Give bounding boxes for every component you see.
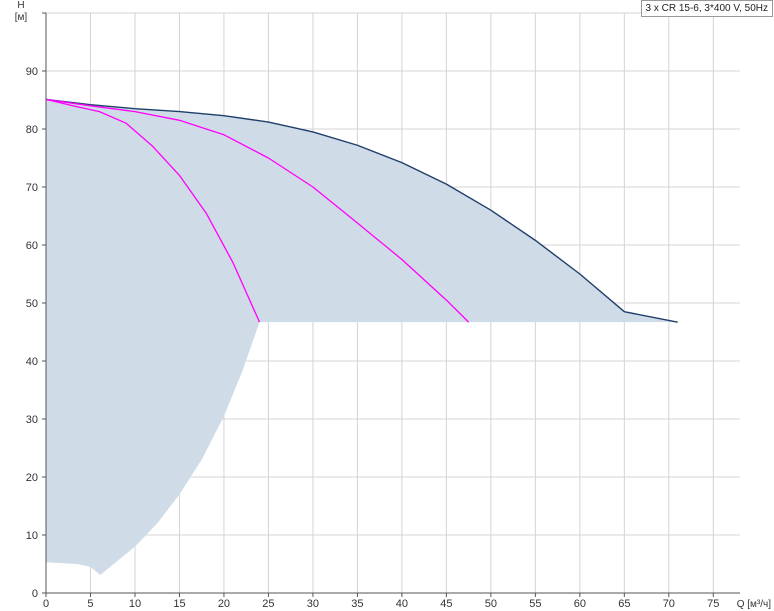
y-axis-unit: [м] <box>15 12 28 23</box>
y-tick-label: 90 <box>26 66 38 78</box>
x-tick-label: 45 <box>440 598 452 610</box>
x-tick-label: 70 <box>663 598 675 610</box>
y-tick-label: 20 <box>26 472 38 484</box>
y-tick-label: 30 <box>26 414 38 426</box>
x-tick-label: 10 <box>129 598 141 610</box>
y-tick-label: 40 <box>26 356 38 368</box>
x-tick-label: 65 <box>618 598 630 610</box>
x-tick-label: 20 <box>218 598 230 610</box>
x-tick-label: 30 <box>307 598 319 610</box>
x-tick-label: 50 <box>485 598 497 610</box>
y-tick-label: 50 <box>26 298 38 310</box>
y-tick-label: 10 <box>26 530 38 542</box>
x-axis-label: Q [м³/ч] <box>737 599 772 610</box>
y-tick-label: 70 <box>26 182 38 194</box>
y-tick-label: 80 <box>26 124 38 136</box>
y-axis-label: H <box>17 0 24 11</box>
x-tick-label: 0 <box>43 598 49 610</box>
legend: 3 x CR 15-6, 3*400 V, 50Hz <box>640 0 773 17</box>
x-tick-label: 60 <box>574 598 586 610</box>
y-tick-label: 0 <box>32 588 38 600</box>
x-tick-label: 15 <box>173 598 185 610</box>
pump-curve-chart: 0 5 10 15 20 25 30 35 40 45 50 55 60 65 70 75 0 10 20 30 40 5… <box>15 0 772 610</box>
y-tick-label: 60 <box>26 240 38 252</box>
x-tick-label: 35 <box>351 598 363 610</box>
x-tick-label: 40 <box>396 598 408 610</box>
x-tick-label: 5 <box>87 598 93 610</box>
x-tick-label: 75 <box>707 598 719 610</box>
x-tick-label: 25 <box>262 598 274 610</box>
x-tick-label: 55 <box>529 598 541 610</box>
